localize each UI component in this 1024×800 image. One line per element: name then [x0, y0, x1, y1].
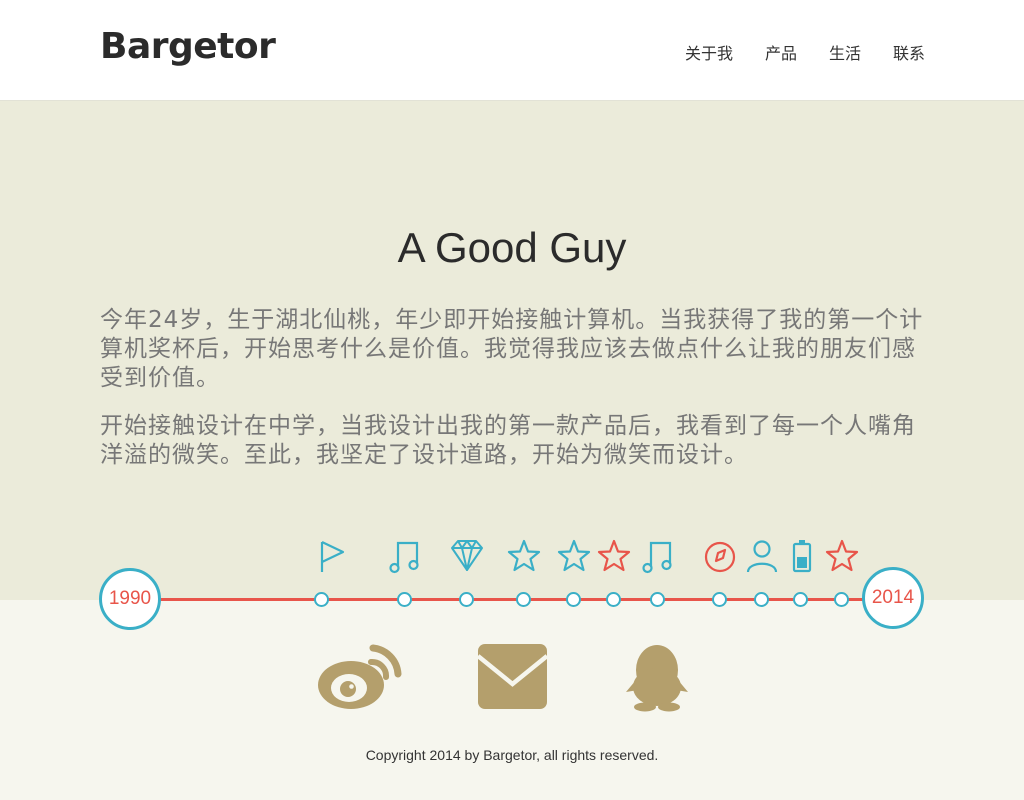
nav-item-life[interactable]: 生活	[829, 40, 861, 64]
compass-icon	[703, 537, 737, 575]
nav-item-contact[interactable]: 联系	[893, 40, 925, 64]
music-note-icon	[641, 537, 675, 575]
site-header: Bargetor 关于我 产品 生活 联系	[0, 0, 1024, 101]
user-icon	[745, 537, 779, 575]
timeline-dot[interactable]	[793, 592, 808, 607]
star-icon	[557, 537, 591, 575]
star-red-icon	[825, 537, 859, 575]
timeline-dot[interactable]	[754, 592, 769, 607]
nav-item-about[interactable]: 关于我	[685, 40, 733, 64]
copyright-text: Copyright 2014 by Bargetor, all rights r…	[365, 747, 659, 763]
star-icon	[507, 537, 541, 575]
main-nav: 关于我 产品 生活 联系	[685, 40, 925, 64]
nav-item-products[interactable]: 产品	[765, 40, 797, 64]
timeline-dot[interactable]	[606, 592, 621, 607]
mail-icon[interactable]	[478, 642, 548, 712]
timeline-end-year: 2014	[862, 567, 924, 629]
battery-icon	[784, 537, 818, 575]
design-paragraph: 开始接触设计在中学，当我设计出我的第一款产品后，我看到了每一个人嘴角洋溢的微笑。…	[100, 413, 916, 468]
diamond-icon	[450, 537, 484, 575]
weibo-icon[interactable]	[316, 642, 402, 712]
timeline-dot[interactable]	[834, 592, 849, 607]
flag-icon	[316, 537, 350, 575]
qq-icon[interactable]	[624, 642, 690, 712]
timeline-dot[interactable]	[314, 592, 329, 607]
timeline-dot[interactable]	[566, 592, 581, 607]
timeline-dot[interactable]	[712, 592, 727, 607]
timeline-dot[interactable]	[397, 592, 412, 607]
star-red-icon	[597, 537, 631, 575]
intro-paragraph: 今年24岁，生于湖北仙桃，年少即开始接触计算机。当我获得了我的第一个计算机奖杯后…	[100, 307, 924, 391]
music-note-icon	[388, 537, 422, 575]
timeline-dot[interactable]	[516, 592, 531, 607]
timeline-start-year: 1990	[99, 568, 161, 630]
site-logo[interactable]: Bargetor	[100, 26, 276, 67]
hero-title: A Good Guy	[397, 224, 627, 271]
timeline-dot[interactable]	[459, 592, 474, 607]
timeline-dot[interactable]	[650, 592, 665, 607]
